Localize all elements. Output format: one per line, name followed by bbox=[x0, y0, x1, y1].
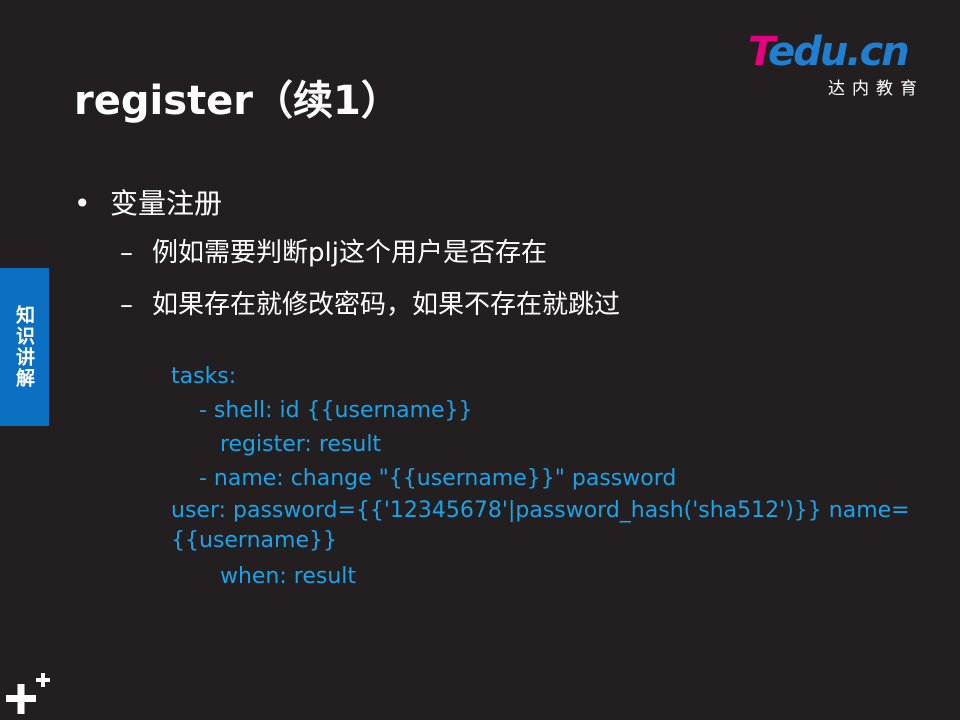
slide-title: register（续1） bbox=[74, 78, 401, 124]
code-line: user: password={{'12345678'|password_has… bbox=[171, 498, 910, 553]
knowledge-tab-label: 知识讲解 bbox=[13, 305, 35, 389]
bullet-text: 如果存在就修改密码，如果不存在就跳过 bbox=[152, 290, 621, 320]
code-line: - shell: id {{username}} bbox=[171, 398, 473, 423]
bullet-text: 变量注册 bbox=[110, 187, 223, 220]
bullet-level2: – 如果存在就修改密码，如果不存在就跳过 bbox=[120, 284, 620, 321]
code-line: when: result bbox=[171, 564, 357, 589]
code-line: tasks: bbox=[171, 364, 237, 389]
bullet-level2: – 例如需要判断plj这个用户是否存在 bbox=[120, 232, 547, 269]
plus-plus-icon bbox=[6, 673, 50, 714]
knowledge-tab: 知识讲解 bbox=[0, 268, 49, 426]
logo-domain: edu.cn bbox=[768, 29, 910, 75]
bullet-text: 例如需要判断plj这个用户是否存在 bbox=[152, 238, 547, 268]
logo-subtitle: 达内教育 bbox=[828, 79, 924, 99]
code-block: tasks: - shell: id {{username}} register… bbox=[171, 360, 931, 594]
bullet-marker: • bbox=[74, 187, 91, 220]
tedu-logo: Tedu.cn 达内教育 bbox=[748, 30, 928, 100]
code-line: - name: change "{{username}}" password bbox=[171, 466, 677, 491]
logo-letter-t: T bbox=[748, 29, 770, 75]
code-line: register: result bbox=[171, 432, 382, 457]
bullet-dash: – bbox=[120, 290, 133, 320]
bullet-dash: – bbox=[120, 238, 133, 268]
logo-wordmark: Tedu.cn bbox=[748, 29, 910, 75]
bullet-level1: • 变量注册 bbox=[74, 182, 222, 222]
slide: register（续1） Tedu.cn 达内教育 知识讲解 • 变量注册 – 例如… bbox=[0, 0, 960, 720]
